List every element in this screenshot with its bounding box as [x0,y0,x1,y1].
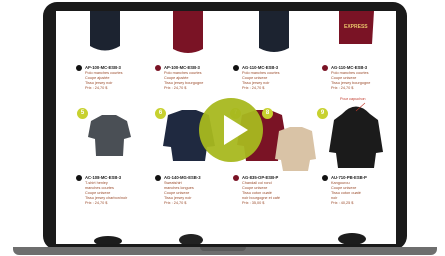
shirt-black-2 [259,11,289,52]
item-line: Tissu jersey noir [164,196,192,200]
item-line: Polo manches courtes [331,71,369,75]
laptop-base-notch [200,247,246,251]
item-price: Prix : 24,70 $ [331,86,354,90]
callout-text: Pour capuchon [340,97,366,101]
item-line: Coupe unisexe [331,186,357,190]
color-dot [76,175,82,181]
item-line: noir [331,196,338,200]
color-dot [233,175,239,181]
item-code: AU-710-PB-ESB-P [331,175,367,180]
item-line: Chandail col rond [242,181,272,185]
item-line: manches courtes [85,186,114,190]
item-line: noir bourgogne et café [242,196,280,200]
item-line: Polo manches courtes [164,71,202,75]
item-code: AP-100-MC-ESB-3 [164,65,200,70]
item-line: Kangourou [331,181,350,185]
shirt-burgundy-1 [173,11,203,53]
item-price: Prix : 24,70 $ [85,86,108,90]
item-line: T-shirt henley [85,181,108,185]
item-number-badge: 6 [155,108,166,119]
item-line: Coupe ajustée [85,76,110,80]
item-line: Coupe unisexe [331,76,357,80]
item-price: Prix : 24,70 $ [242,86,265,90]
item-price: Prix : 35,00 $ [242,201,265,205]
item-line: Tissu coton ouaté [242,191,272,195]
item-line: Tissu jersey bourgogne [331,81,371,85]
item-code: AP-100-MC-ESB-3 [85,65,121,70]
color-dot [155,175,161,181]
color-dot [155,65,161,71]
henley-shirt [88,115,131,156]
item-line: Polo manches courtes [242,71,280,75]
item-line: Tissu jersey bourgogne [164,81,204,85]
item-code: AG-835-OP-ESB-P [242,175,279,180]
item-line: Coupe unisexe [85,191,111,195]
color-dot [233,65,239,71]
item-line: Tissu coton ouaté [331,191,361,195]
item-line: Coupe unisexe [164,191,190,195]
bottom-garment-3 [338,233,366,244]
item-line: manches longues [164,186,194,190]
item-line: Tissu jersey noir [85,81,113,85]
item-line: Coupe unisexe [242,76,268,80]
item-code: AG-110-MC-ESB-3 [242,65,279,70]
item-number-badge: 8 [262,108,273,119]
item-line: Coupe unisexe [242,186,268,190]
item-line: Coupe ajustée [164,76,189,80]
color-dot [322,65,328,71]
item-code: AG-140-MG-ESB-3 [164,175,201,180]
item-line: Tissu jersey noir [242,81,270,85]
item-price: Prix : 24,70 $ [164,201,187,205]
bottom-garment-2 [179,234,203,244]
item-price: Prix : 24,70 $ [85,201,108,205]
item-code: AC-108-MC-ESB-3 [85,175,122,180]
bottom-garment-1 [94,236,122,244]
item-line: Sweatshirt [164,181,182,185]
crewneck-beige [275,127,316,171]
express-label: EXPRESS [344,24,368,30]
item-number-badge: 9 [317,108,328,119]
item-line: Tissu jersey charbon/noir [85,196,128,200]
hoodie-black [329,106,383,168]
shirt-black-1 [90,11,120,51]
item-price: Prix : 24,70 $ [164,86,187,90]
item-code: AG-110-MC-ESB-3 [331,65,368,70]
play-icon[interactable] [224,115,248,145]
item-number-badge: 5 [77,108,88,119]
item-line: Polo manches courtes [85,71,123,75]
color-dot [322,175,328,181]
color-dot [76,65,82,71]
item-price: Prix : 40,25 $ [331,201,354,205]
